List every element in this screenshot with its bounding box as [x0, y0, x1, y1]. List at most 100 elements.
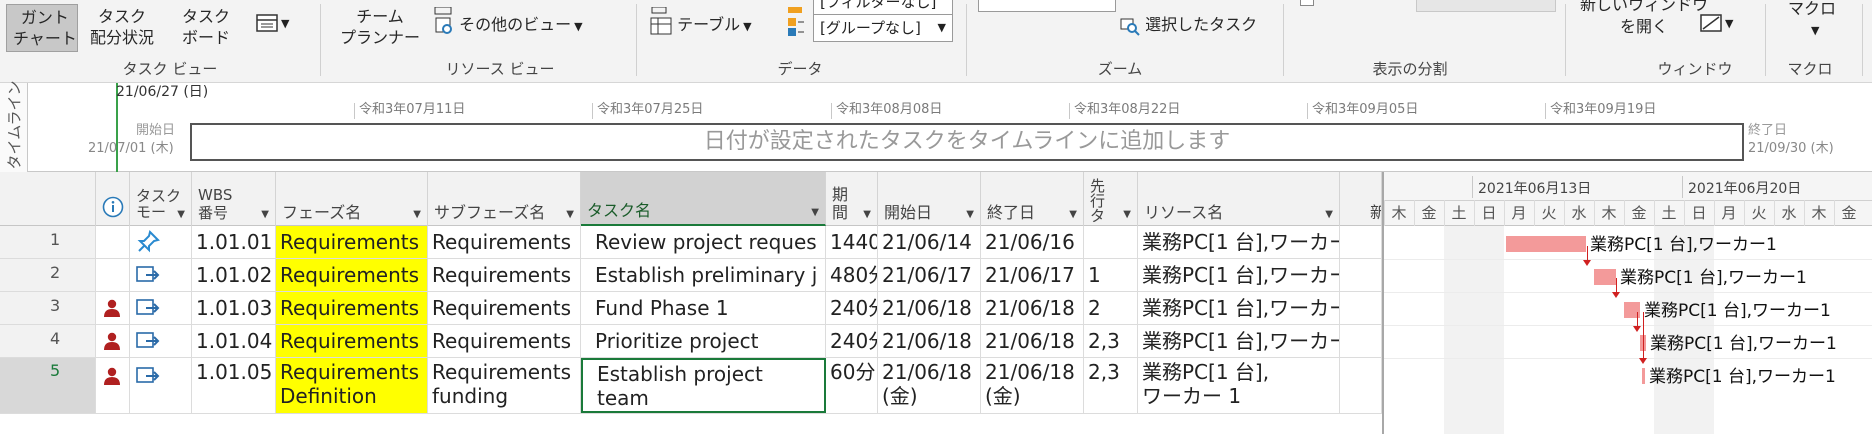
- timeline-bar[interactable]: 日付が設定されたタスクをタイムラインに追加します: [190, 123, 1744, 161]
- start-cell[interactable]: 21/06/18 (金): [878, 358, 981, 413]
- resources-cell[interactable]: 業務PC[1 台],ワーカー: [1138, 226, 1340, 258]
- wbs-cell[interactable]: 1.01.04: [192, 325, 276, 357]
- column-task-mode[interactable]: タスク モー ▼: [130, 172, 192, 226]
- subphase-cell[interactable]: Requirements: [428, 325, 581, 357]
- column-duration[interactable]: 期 間 ▼: [826, 172, 878, 226]
- indicator-cell[interactable]: [96, 325, 130, 357]
- wbs-cell[interactable]: 1.01.05: [192, 358, 276, 413]
- column-subphase[interactable]: サブフェーズ名 ▼: [428, 172, 581, 226]
- timeline-checkbox[interactable]: [1300, 0, 1314, 6]
- duration-cell[interactable]: 240分: [826, 325, 878, 357]
- column-finish[interactable]: 終了日 ▼: [981, 172, 1084, 226]
- wbs-cell[interactable]: 1.01.02: [192, 259, 276, 291]
- duration-cell[interactable]: 480分: [826, 259, 878, 291]
- column-resources[interactable]: リソース名 ▼: [1138, 172, 1340, 226]
- table-row[interactable]: 2 1.01.02 Requirements Requirements Establis…: [0, 259, 1382, 292]
- gantt-chart-button[interactable]: ガント チャート: [6, 4, 78, 52]
- table-row[interactable]: 4 1.01.04 Requirements Requirements Prioriti…: [0, 325, 1382, 358]
- switch-windows-button[interactable]: ▼: [1700, 12, 1744, 38]
- column-phase[interactable]: フェーズ名 ▼: [276, 172, 428, 226]
- gantt-task-bar[interactable]: [1642, 368, 1645, 384]
- task-name-cell[interactable]: Review project reques: [581, 226, 826, 258]
- row-number[interactable]: 4: [0, 325, 96, 357]
- resource-usage-button[interactable]: [434, 0, 454, 15]
- start-cell[interactable]: 21/06/18: [878, 292, 981, 324]
- macro-button[interactable]: マクロ ▼: [1778, 0, 1848, 46]
- start-cell[interactable]: 21/06/17: [878, 259, 981, 291]
- predecessors-cell[interactable]: 2: [1084, 292, 1138, 324]
- gantt-task-bar[interactable]: [1594, 269, 1616, 285]
- column-indicators[interactable]: [96, 172, 130, 226]
- wbs-cell[interactable]: 1.01.01: [192, 226, 276, 258]
- column-add-new[interactable]: 新: [1340, 172, 1382, 226]
- task-mode-cell[interactable]: [130, 226, 192, 258]
- task-mode-cell[interactable]: [130, 292, 192, 324]
- table-row[interactable]: 1 1.01.01 Requirements Requirements Review p…: [0, 226, 1382, 259]
- table-button[interactable]: テーブル ▼: [650, 14, 760, 40]
- column-task-name[interactable]: タスク名 ▼: [581, 172, 826, 226]
- finish-cell[interactable]: 21/06/18 (金): [981, 358, 1084, 413]
- sort-button[interactable]: [650, 0, 750, 14]
- start-cell[interactable]: 21/06/18: [878, 325, 981, 357]
- resources-cell[interactable]: 業務PC[1 台],ワーカー: [1138, 325, 1340, 357]
- task-name-cell[interactable]: Fund Phase 1: [581, 292, 826, 324]
- indicator-cell[interactable]: [96, 226, 130, 258]
- task-name-cell[interactable]: Establish preliminary j: [581, 259, 826, 291]
- wbs-cell[interactable]: 1.01.03: [192, 292, 276, 324]
- task-name-cell[interactable]: Establish project team: [581, 358, 826, 413]
- timescale-dropdown[interactable]: [978, 0, 1116, 12]
- new-window-button[interactable]: 新しいウィンドウ を開く: [1578, 0, 1708, 44]
- resources-cell[interactable]: 業務PC[1 台], ワーカー 1: [1138, 358, 1340, 413]
- phase-cell[interactable]: Requirements: [276, 226, 428, 258]
- empty-cell[interactable]: [1340, 325, 1382, 357]
- indicator-cell[interactable]: [96, 259, 130, 291]
- gantt-task-bar[interactable]: [1506, 236, 1586, 252]
- phase-cell[interactable]: Requirements Definition: [276, 358, 428, 413]
- subphase-cell[interactable]: Requirements: [428, 292, 581, 324]
- start-cell[interactable]: 21/06/14: [878, 226, 981, 258]
- column-wbs[interactable]: WBS 番号 ▼: [192, 172, 276, 226]
- predecessors-cell[interactable]: 1: [1084, 259, 1138, 291]
- row-number[interactable]: 2: [0, 259, 96, 291]
- subphase-cell[interactable]: Requirements: [428, 259, 581, 291]
- empty-cell[interactable]: [1340, 358, 1382, 413]
- finish-cell[interactable]: 21/06/17: [981, 259, 1084, 291]
- team-planner-button[interactable]: チーム プランナー: [340, 6, 426, 54]
- subphase-cell[interactable]: Requirements funding: [428, 358, 581, 413]
- subphase-cell[interactable]: Requirements: [428, 226, 581, 258]
- row-number[interactable]: 5: [0, 358, 96, 413]
- predecessors-cell[interactable]: [1084, 226, 1138, 258]
- task-mode-cell[interactable]: [130, 259, 192, 291]
- other-views-button[interactable]: その他のビュー ▼: [434, 14, 594, 40]
- selected-tasks-button[interactable]: 選択したタスク: [1120, 14, 1270, 40]
- predecessors-cell[interactable]: 2,3: [1084, 358, 1138, 413]
- duration-cell[interactable]: 60分: [826, 358, 878, 413]
- table-row[interactable]: 5 1.01.05 Requirements Definition Requireme…: [0, 358, 1382, 414]
- finish-cell[interactable]: 21/06/18: [981, 292, 1084, 324]
- finish-cell[interactable]: 21/06/16: [981, 226, 1084, 258]
- column-predecessors[interactable]: 先 行 タ ▼: [1084, 172, 1138, 226]
- details-field[interactable]: [1416, 0, 1556, 12]
- task-usage-button[interactable]: タスク 配分状況: [90, 4, 172, 52]
- task-mode-cell[interactable]: [130, 325, 192, 357]
- row-number[interactable]: 3: [0, 292, 96, 324]
- phase-cell[interactable]: Requirements: [276, 325, 428, 357]
- empty-cell[interactable]: [1340, 226, 1382, 258]
- select-all-corner[interactable]: [0, 172, 96, 226]
- task-mode-cell[interactable]: [130, 358, 192, 413]
- finish-cell[interactable]: 21/06/18: [981, 325, 1084, 357]
- resources-cell[interactable]: 業務PC[1 台],ワーカー: [1138, 292, 1340, 324]
- empty-cell[interactable]: [1340, 292, 1382, 324]
- task-board-button[interactable]: タスク ボード: [182, 4, 246, 52]
- duration-cell[interactable]: 240分: [826, 292, 878, 324]
- phase-cell[interactable]: Requirements: [276, 259, 428, 291]
- row-number[interactable]: 1: [0, 226, 96, 258]
- indicator-cell[interactable]: [96, 358, 130, 413]
- empty-cell[interactable]: [1340, 259, 1382, 291]
- column-start[interactable]: 開始日 ▼: [878, 172, 981, 226]
- phase-cell[interactable]: Requirements: [276, 292, 428, 324]
- calendar-view-button[interactable]: ▼: [256, 12, 300, 36]
- predecessors-cell[interactable]: 2,3: [1084, 325, 1138, 357]
- table-row[interactable]: 3 1.01.03 Requirements Requirements Fund Pha…: [0, 292, 1382, 325]
- indicator-cell[interactable]: [96, 292, 130, 324]
